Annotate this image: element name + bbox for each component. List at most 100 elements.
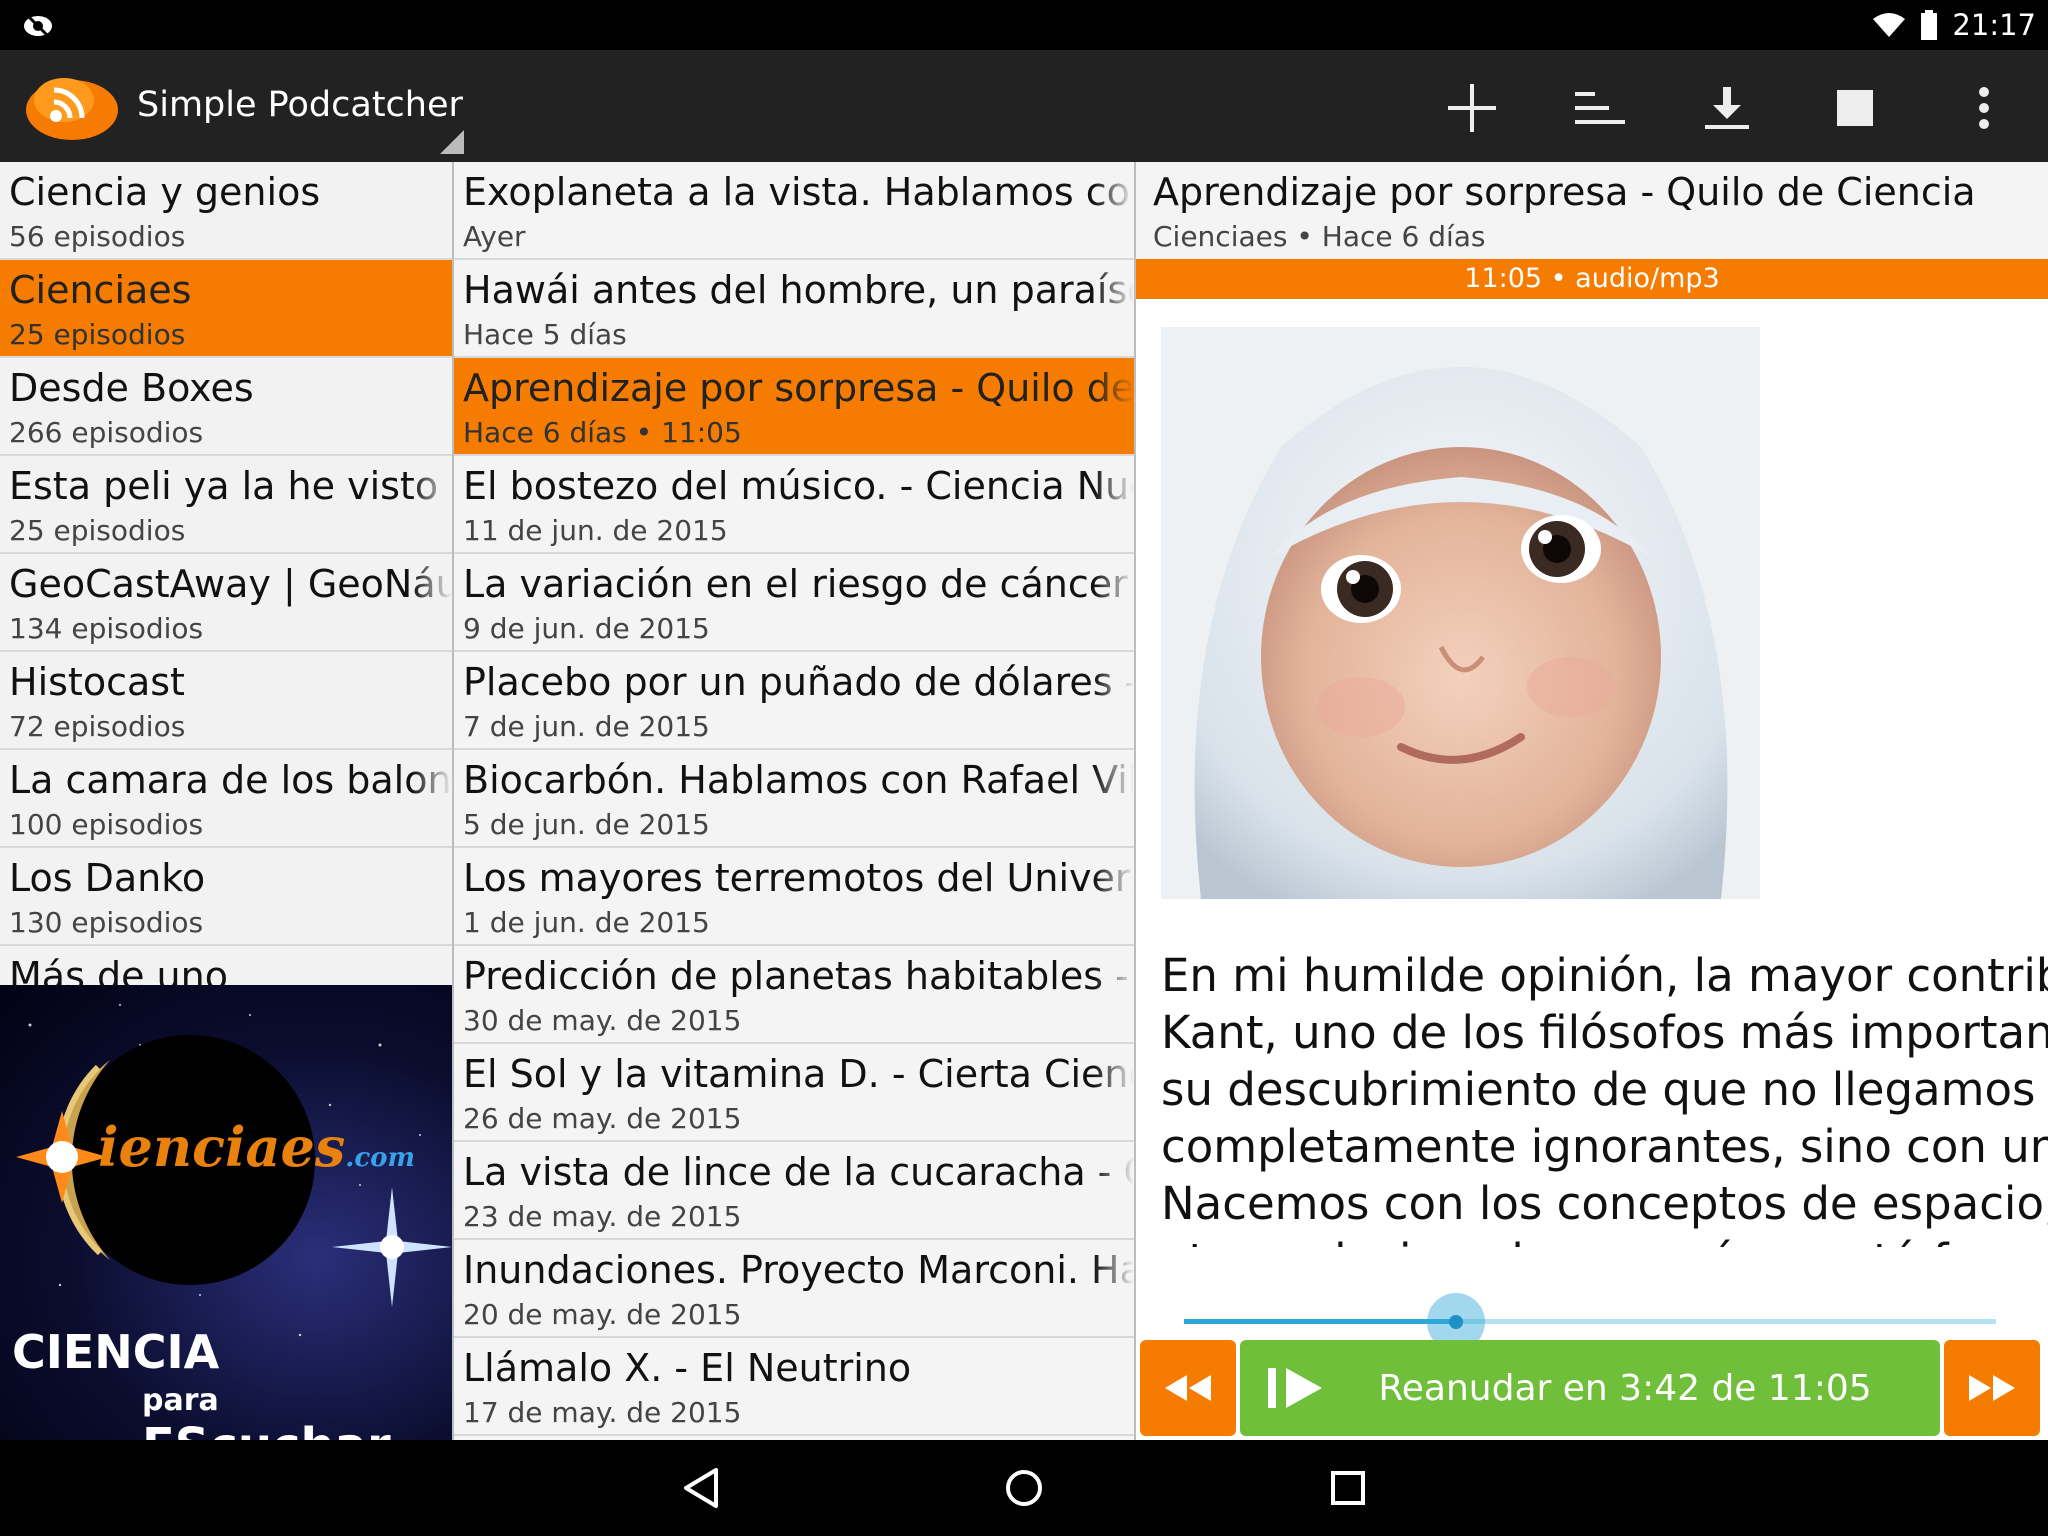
podcast-subtitle: 130 episodios	[9, 906, 204, 939]
episode-title: La vista de lince de la cucaracha - Quil…	[463, 1150, 1134, 1194]
episode-subtitle: 1 de jun. de 2015	[463, 906, 710, 939]
podcast-subtitle: 25 episodios	[9, 514, 186, 547]
back-icon[interactable]	[672, 1460, 732, 1516]
description-line: completamente ignorantes, sino con un co…	[1161, 1120, 2048, 1173]
podcast-artwork: ienciaes.com CIENCIA para EScuchar	[0, 985, 452, 1440]
seek-progress	[1184, 1319, 1456, 1324]
episode-row[interactable]: El Sol y la vitamina D. - Cierta Ciencia…	[454, 1044, 1134, 1142]
podcast-row[interactable]: Ciencia y genios 56 episodios	[0, 162, 452, 260]
home-icon[interactable]	[994, 1460, 1054, 1516]
episode-row[interactable]: Hawái antes del hombre, un paraíso perdi…	[454, 260, 1134, 358]
podcast-subtitle: 25 episodios	[9, 318, 186, 351]
app-title[interactable]: Simple Podcatcher	[137, 85, 463, 125]
podcast-row[interactable]: Desde Boxes 266 episodios	[0, 358, 452, 456]
episode-title: Inundaciones. Proyecto Marconi. Hablamos	[463, 1248, 1134, 1292]
download-icon[interactable]	[1695, 76, 1759, 140]
podcast-title: Desde Boxes	[9, 366, 254, 410]
episode-row[interactable]: Placebo por un puñado de dólares - Quilo…	[454, 652, 1134, 750]
podcast-title: Cienciaes	[9, 268, 192, 312]
episode-subtitle: 7 de jun. de 2015	[463, 710, 710, 743]
episode-title: Hawái antes del hombre, un paraíso perdi…	[463, 268, 1134, 312]
spinner-indicator[interactable]	[440, 130, 464, 154]
podcast-subtitle: 72 episodios	[9, 710, 186, 743]
episode-row[interactable]: Predicción de planetas habitables - Quil…	[454, 946, 1134, 1044]
podcast-title: Los Danko	[9, 856, 206, 900]
podcast-row[interactable]: Histocast 72 episodios	[0, 652, 452, 750]
episode-subtitle: Ayer	[463, 220, 526, 253]
episode-subtitle: 26 de may. de 2015	[463, 1102, 742, 1135]
episode-title: Predicción de planetas habitables - Quil…	[463, 954, 1134, 998]
description-line: otros relacionados con cómo está formado	[1161, 1232, 2048, 1247]
navigation-bar	[0, 1440, 2048, 1536]
podcast-subtitle: 134 episodios	[9, 612, 204, 645]
rewind-icon	[1165, 1375, 1211, 1401]
podcast-list[interactable]: Ciencia y genios 56 episodios Cienciaes 25 …	[0, 162, 452, 1440]
podcast-subtitle: 100 episodios	[9, 808, 204, 841]
episode-subtitle: 17 de may. de 2015	[463, 1396, 742, 1429]
action-bar: Simple Podcatcher	[0, 50, 2048, 162]
episode-detail: Aprendizaje por sorpresa - Quilo de Cien…	[1136, 162, 2048, 1440]
podcast-row[interactable]: GeoCastAway | GeoNáufragos 134 episodios	[0, 554, 452, 652]
overflow-menu-icon[interactable]	[1952, 76, 2016, 140]
episode-subtitle: 5 de jun. de 2015	[463, 808, 710, 841]
episode-row[interactable]: Inundaciones. Proyecto Marconi. Hablamos…	[454, 1240, 1134, 1338]
episode-row[interactable]: Llámalo X. - El Neutrino 17 de may. de 20…	[454, 1338, 1134, 1436]
episode-description: En mi humilde opinión, la mayor contribu…	[1161, 947, 2048, 1247]
resume-button[interactable]: Reanudar en 3:42 de 11:05	[1240, 1340, 1940, 1436]
podcast-row[interactable]: Cienciaes 25 episodios	[0, 260, 452, 358]
episode-title: Aprendizaje por sorpresa - Quilo de Cien…	[463, 366, 1134, 410]
episode-title: El bostezo del músico. - Ciencia Nuestra	[463, 464, 1134, 508]
episode-title: Llámalo X. - El Neutrino	[463, 1346, 912, 1390]
episode-subtitle: 23 de may. de 2015	[463, 1200, 742, 1233]
podcast-subtitle: 56 episodios	[9, 220, 186, 253]
episode-list[interactable]: Exoplaneta a la vista. Hablamos con Igna…	[454, 162, 1134, 1440]
description-line: Nacemos con los conceptos de espacio, de…	[1161, 1177, 2048, 1230]
detail-meta-bar: 11:05 • audio/mp3	[1136, 259, 2048, 299]
episode-subtitle: 30 de may. de 2015	[463, 1004, 742, 1037]
episode-row[interactable]: El bostezo del músico. - Ciencia Nuestra…	[454, 456, 1134, 554]
episode-title: Placebo por un puñado de dólares - Quilo	[463, 660, 1134, 704]
episode-title: Exoplaneta a la vista. Hablamos con Igna…	[463, 170, 1134, 214]
fast-forward-button[interactable]	[1944, 1340, 2040, 1436]
episode-subtitle: Hace 6 días • 11:05	[463, 416, 742, 449]
description-line: En mi humilde opinión, la mayor contribu…	[1161, 949, 2048, 1002]
add-icon[interactable]	[1440, 76, 1504, 140]
podcast-subtitle: 266 episodios	[9, 416, 204, 449]
podcast-title: Esta peli ya la he visto	[9, 464, 439, 508]
podcast-row[interactable]: Esta peli ya la he visto 25 episodios	[0, 456, 452, 554]
detail-subtitle: Cienciaes • Hace 6 días	[1153, 220, 1486, 253]
episode-subtitle: 9 de jun. de 2015	[463, 612, 710, 645]
episode-title: El Sol y la vitamina D. - Cierta Ciencia	[463, 1052, 1134, 1096]
episode-title: Biocarbón. Hablamos con Rafael Villaseño…	[463, 758, 1134, 802]
episode-row[interactable]: Aprendizaje por sorpresa - Quilo de Cien…	[454, 358, 1134, 456]
episode-subtitle: 11 de jun. de 2015	[463, 514, 728, 547]
cast-icon	[24, 14, 52, 38]
episode-image	[1161, 327, 1760, 899]
podcast-row[interactable]: La camara de los balones 100 episodios	[0, 750, 452, 848]
clock: 21:17	[1952, 8, 2036, 42]
episode-row[interactable]: Biocarbón. Hablamos con Rafael Villaseño…	[454, 750, 1134, 848]
battery-icon	[1921, 10, 1938, 40]
episode-row[interactable]: La variación en el riesgo de cáncer por …	[454, 554, 1134, 652]
podcast-title: Histocast	[9, 660, 185, 704]
podcast-row[interactable]: Los Danko 130 episodios	[0, 848, 452, 946]
episode-subtitle: Hace 5 días	[463, 318, 627, 351]
podcast-title: Ciencia y genios	[9, 170, 321, 214]
art-tagline: CIENCIA para EScuchar	[12, 1325, 391, 1440]
status-bar: 21:17	[0, 0, 2048, 50]
seek-thumb[interactable]	[1449, 1315, 1463, 1329]
stop-icon[interactable]	[1823, 76, 1887, 140]
art-logo-text: ienciaes.com	[98, 1115, 416, 1179]
podcast-title: La camara de los balones	[9, 758, 452, 802]
episode-subtitle: 20 de may. de 2015	[463, 1298, 742, 1331]
episode-title: La variación en el riesgo de cáncer por …	[463, 562, 1134, 606]
rewind-button[interactable]	[1140, 1340, 1236, 1436]
recents-icon[interactable]	[1318, 1460, 1378, 1516]
episode-row[interactable]: La vista de lince de la cucaracha - Quil…	[454, 1142, 1134, 1240]
resume-label: Reanudar en 3:42 de 11:05	[1378, 1367, 1872, 1409]
sort-icon[interactable]	[1568, 76, 1632, 140]
episode-row[interactable]: Exoplaneta a la vista. Hablamos con Igna…	[454, 162, 1134, 260]
description-line: su descubrimiento de que no llegamos al …	[1161, 1063, 2048, 1116]
detail-header: Aprendizaje por sorpresa - Quilo de Cien…	[1136, 162, 2048, 259]
episode-row[interactable]: Los mayores terremotos del Universo 1 de …	[454, 848, 1134, 946]
